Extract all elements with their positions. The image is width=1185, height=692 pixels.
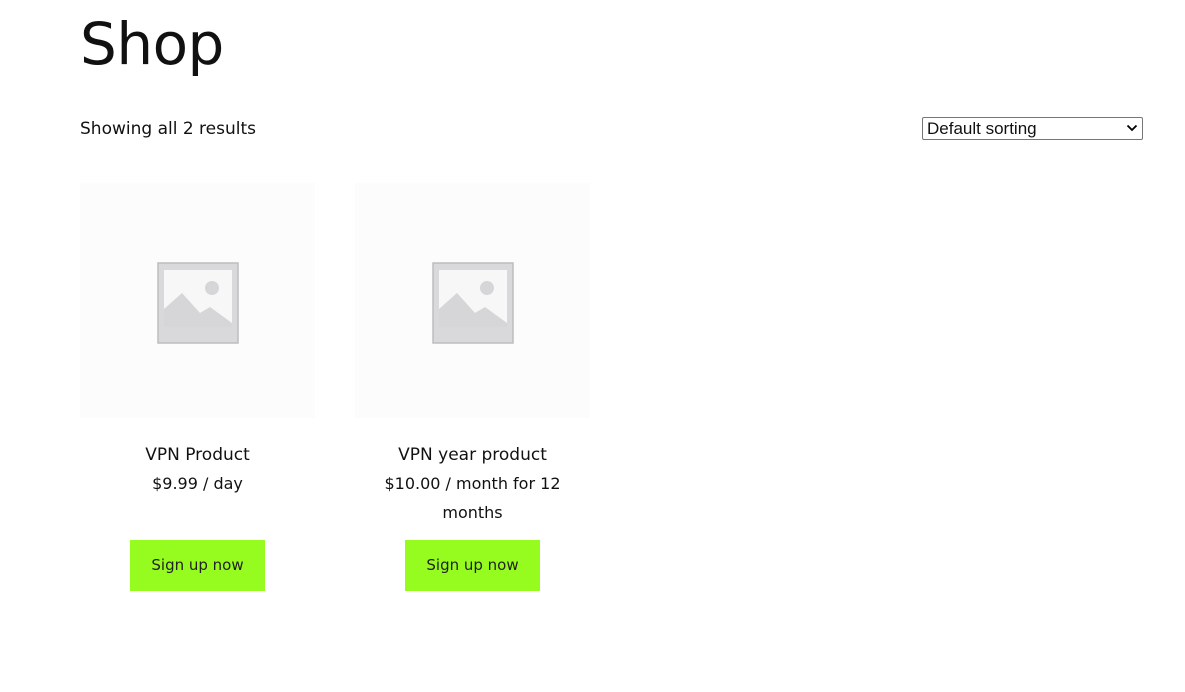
product-card: VPN year product $10.00 / month for 12 m… [355,183,590,527]
sorting-select[interactable]: Default sorting [922,117,1143,140]
product-card: VPN Product $9.99 / day [80,183,315,498]
product-price: $10.00 / month for 12 months [355,469,590,527]
product-title[interactable]: VPN year product [355,444,590,466]
product-title[interactable]: VPN Product [80,444,315,466]
product-price: $9.99 / day [80,469,315,498]
sorting-selected-value: Default sorting [927,119,1037,138]
sign-up-button[interactable]: Sign up now [130,540,265,591]
placeholder-image-icon [157,262,239,344]
page-title: Shop [80,10,224,78]
placeholder-image-icon [432,262,514,344]
price-text-continued: months [442,503,503,522]
chevron-down-icon [1126,124,1138,132]
result-count: Showing all 2 results [80,119,257,139]
product-image[interactable] [80,183,315,418]
price-text: $10.00 / month for 12 [384,474,561,493]
product-image[interactable] [355,183,590,418]
sign-up-button[interactable]: Sign up now [405,540,540,591]
price-text: $9.99 / day [152,474,243,493]
